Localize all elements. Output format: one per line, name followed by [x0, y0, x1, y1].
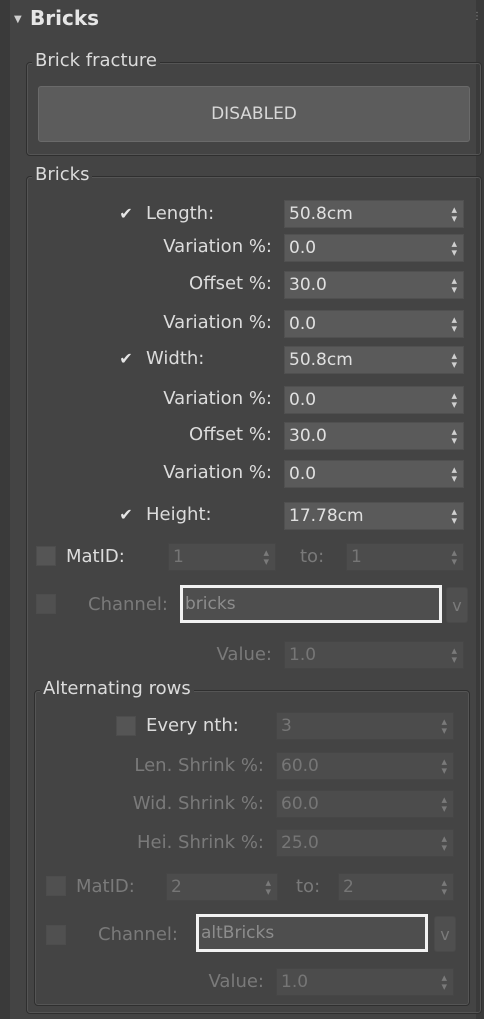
alt-channel-checkbox[interactable] — [46, 925, 66, 945]
length-variation2-value: 0.0 — [289, 314, 317, 334]
spinner-arrows-icon[interactable]: ▴ ▾ — [451, 238, 457, 258]
width-spinner[interactable]: 50.8cm ▴ ▾ — [284, 346, 464, 374]
alt-channel-label: Channel: — [98, 924, 178, 945]
matid-to-value: 1 — [351, 547, 362, 567]
wid-shrink-value: 60.0 — [281, 794, 319, 814]
spinner-arrows-icon[interactable]: ▴ ▾ — [441, 833, 447, 853]
length-variation2-spinner[interactable]: 0.0 ▴ ▾ — [284, 310, 464, 338]
height-value: 17.78cm — [289, 506, 364, 526]
hei-shrink-value: 25.0 — [281, 833, 319, 853]
width-variation-value: 0.0 — [289, 390, 317, 410]
spinner-arrows-icon[interactable]: ▴ ▾ — [451, 350, 457, 370]
spinner-arrows-icon[interactable]: ▴ ▾ — [451, 426, 457, 446]
length-offset-label: Offset %: — [189, 273, 272, 294]
width-value: 50.8cm — [289, 350, 353, 370]
length-checkbox[interactable]: ✔ — [116, 203, 136, 223]
matid-spinner[interactable]: 1 ▴ ▾ — [168, 543, 276, 571]
matid-value: 1 — [173, 547, 184, 567]
brick-fracture-button[interactable]: DISABLED — [38, 86, 470, 142]
spinner-arrows-icon[interactable]: ▴ ▾ — [441, 972, 447, 992]
width-offset-label: Offset %: — [189, 424, 272, 445]
spinner-arrows-icon[interactable]: ▴ ▾ — [451, 547, 457, 567]
every-nth-checkbox[interactable] — [116, 716, 136, 736]
width-offset-spinner[interactable]: 30.0 ▴ ▾ — [284, 422, 464, 450]
wid-shrink-label: Wid. Shrink %: — [132, 793, 264, 814]
channel-v-button[interactable]: v — [446, 587, 468, 623]
length-spinner[interactable]: 50.8cm ▴ ▾ — [284, 200, 464, 228]
alt-matid-spinner[interactable]: 2 ▴ ▾ — [166, 873, 278, 901]
alt-value-spinner[interactable]: 1.0 ▴ ▾ — [276, 968, 454, 996]
height-label: Height: — [146, 504, 212, 525]
height-checkbox[interactable]: ✔ — [116, 504, 136, 524]
spinner-arrows-icon[interactable]: ▴ ▾ — [441, 877, 447, 897]
width-variation2-spinner[interactable]: 0.0 ▴ ▾ — [284, 460, 464, 488]
spinner-arrows-icon[interactable]: ▴ ▾ — [451, 506, 457, 526]
rollout-title[interactable]: Bricks — [30, 6, 99, 30]
spinner-arrows-icon[interactable]: ▴ ▾ — [441, 716, 447, 736]
value-label: Value: — [216, 644, 273, 665]
alt-matid-value: 2 — [171, 877, 182, 897]
width-variation-spinner[interactable]: 0.0 ▴ ▾ — [284, 386, 464, 414]
len-shrink-label: Len. Shrink %: — [134, 755, 264, 776]
spinner-arrows-icon[interactable]: ▴ ▾ — [263, 547, 269, 567]
width-variation2-label: Variation %: — [163, 462, 272, 483]
length-variation-label: Variation %: — [163, 236, 272, 257]
alt-channel-input[interactable]: altBricks — [196, 914, 428, 952]
channel-label: Channel: — [88, 594, 168, 615]
length-offset-value: 30.0 — [289, 275, 327, 295]
alt-matid-label: MatID: — [76, 876, 135, 897]
alt-matid-to-value: 2 — [343, 877, 354, 897]
length-label: Length: — [146, 203, 215, 224]
alt-matid-to-spinner[interactable]: 2 ▴ ▾ — [338, 873, 454, 901]
alternating-rows-label: Alternating rows — [40, 678, 194, 699]
left-panel-strip — [0, 0, 10, 1019]
spinner-arrows-icon[interactable]: ▴ ▾ — [451, 464, 457, 484]
height-spinner[interactable]: 17.78cm ▴ ▾ — [284, 502, 464, 530]
brick-fracture-label: Brick fracture — [32, 50, 161, 71]
channel-checkbox[interactable] — [36, 594, 56, 614]
length-value: 50.8cm — [289, 204, 353, 224]
grip-dots-icon[interactable]: ⋮ — [472, 12, 482, 22]
spinner-arrows-icon[interactable]: ▴ ▾ — [451, 390, 457, 410]
spinner-arrows-icon[interactable]: ▴ ▾ — [451, 204, 457, 224]
matid-label: MatID: — [66, 546, 125, 567]
alt-channel-v-button[interactable]: v — [434, 916, 456, 952]
matid-checkbox[interactable] — [36, 546, 56, 566]
width-variation-label: Variation %: — [163, 388, 272, 409]
collapse-triangle-icon[interactable]: ▼ — [14, 14, 22, 25]
spinner-arrows-icon[interactable]: ▴ ▾ — [451, 275, 457, 295]
length-variation2-label: Variation %: — [163, 312, 272, 333]
matid-to-label: to: — [300, 546, 325, 567]
spinner-arrows-icon[interactable]: ▴ ▾ — [265, 877, 271, 897]
spinner-arrows-icon[interactable]: ▴ ▾ — [451, 314, 457, 334]
every-nth-label: Every nth: — [146, 715, 239, 736]
channel-input[interactable]: bricks — [180, 585, 442, 623]
hei-shrink-spinner[interactable]: 25.0 ▴ ▾ — [276, 829, 454, 857]
len-shrink-spinner[interactable]: 60.0 ▴ ▾ — [276, 752, 454, 780]
len-shrink-value: 60.0 — [281, 756, 319, 776]
alt-matid-checkbox[interactable] — [46, 876, 66, 896]
spinner-arrows-icon[interactable]: ▴ ▾ — [451, 645, 457, 665]
width-checkbox[interactable]: ✔ — [116, 348, 136, 368]
matid-to-spinner[interactable]: 1 ▴ ▾ — [346, 543, 464, 571]
length-offset-spinner[interactable]: 30.0 ▴ ▾ — [284, 271, 464, 299]
every-nth-value: 3 — [281, 716, 292, 736]
value-value: 1.0 — [289, 645, 317, 665]
wid-shrink-spinner[interactable]: 60.0 ▴ ▾ — [276, 790, 454, 818]
width-label: Width: — [146, 348, 205, 369]
spinner-arrows-icon[interactable]: ▴ ▾ — [441, 794, 447, 814]
length-variation-spinner[interactable]: 0.0 ▴ ▾ — [284, 234, 464, 262]
value-spinner[interactable]: 1.0 ▴ ▾ — [284, 641, 464, 669]
alt-matid-to-label: to: — [296, 876, 321, 897]
length-variation-value: 0.0 — [289, 238, 317, 258]
every-nth-spinner[interactable]: 3 ▴ ▾ — [276, 712, 454, 740]
alt-value-label: Value: — [208, 971, 265, 992]
hei-shrink-label: Hei. Shrink %: — [136, 832, 264, 853]
bricks-group-label: Bricks — [32, 164, 93, 185]
alt-value-value: 1.0 — [281, 972, 309, 992]
spinner-arrows-icon[interactable]: ▴ ▾ — [441, 756, 447, 776]
width-variation2-value: 0.0 — [289, 464, 317, 484]
width-offset-value: 30.0 — [289, 426, 327, 446]
